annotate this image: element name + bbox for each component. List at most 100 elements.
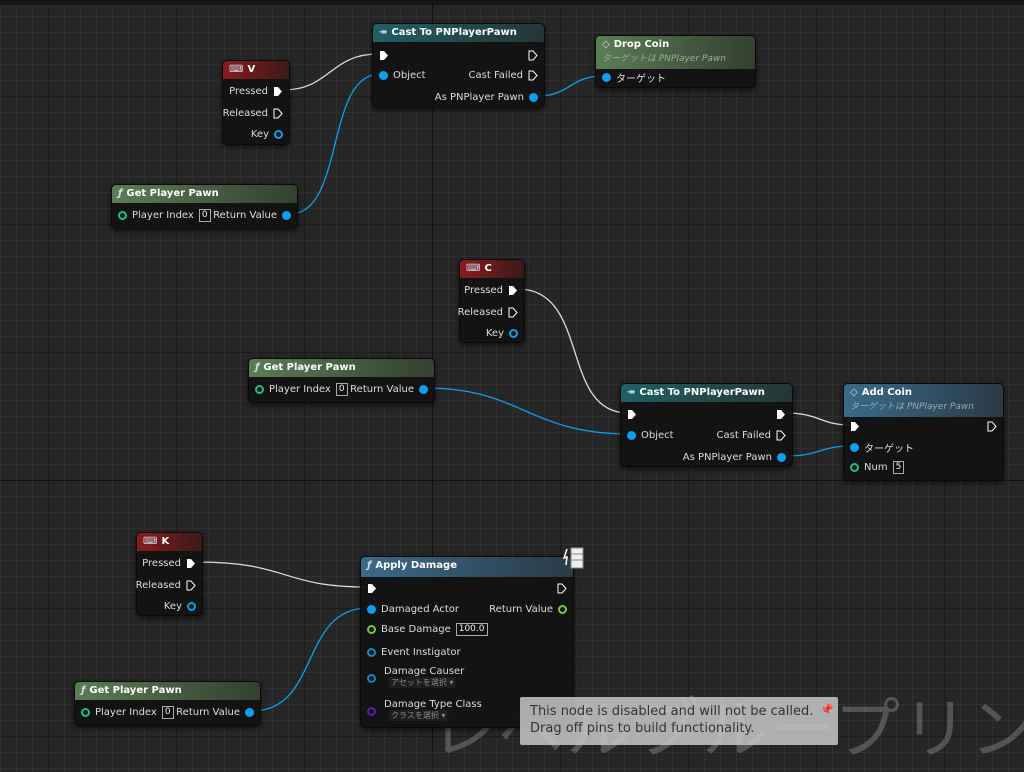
exec-in-pin-icon[interactable]	[379, 50, 389, 61]
function-icon: ƒ	[255, 362, 260, 373]
exec-pin-icon[interactable]	[528, 70, 538, 81]
class-pin-icon[interactable]	[367, 706, 376, 716]
exec-pin-connected-icon[interactable]	[186, 558, 196, 569]
exec-in-pin-icon[interactable]	[850, 421, 860, 432]
cast-arrows-icon: ↠	[627, 387, 636, 398]
pin-label: ターゲット	[616, 73, 666, 85]
exec-out-pin-icon[interactable]	[987, 421, 997, 432]
int-pin-icon[interactable]	[850, 462, 859, 472]
object-pin-icon[interactable]	[850, 442, 859, 452]
node-title: Get Player Pawn	[89, 685, 182, 696]
data-wire	[289, 73, 381, 215]
object-pin-icon[interactable]	[627, 430, 636, 440]
pin-label: Return Value	[489, 603, 553, 615]
function-icon: ƒ	[118, 188, 123, 199]
pin-label: Damage Causer	[384, 665, 465, 677]
exec-wire	[195, 561, 369, 588]
float-pin-icon[interactable]	[367, 624, 376, 634]
object-pin-icon[interactable]	[245, 707, 254, 717]
exec-pin-icon[interactable]	[186, 580, 196, 591]
pin-label: Pressed	[464, 284, 503, 296]
pin-label: Player Index	[269, 383, 331, 395]
object-pin-icon[interactable]	[419, 384, 428, 394]
pin-label: Key	[163, 600, 182, 612]
disabled-server-icon	[563, 547, 584, 569]
exec-pin-connected-icon[interactable]	[273, 86, 283, 97]
object-pin-icon[interactable]	[379, 70, 388, 80]
exec-out-pin-icon[interactable]	[557, 583, 567, 594]
node-title: Get Player Pawn	[263, 362, 356, 373]
node-title: Drop Coin	[613, 39, 670, 50]
pin-label: Released	[457, 306, 503, 318]
int-pin-icon[interactable]	[81, 707, 90, 717]
exec-pin-icon[interactable]	[273, 108, 283, 119]
pin-label: Return Value	[176, 706, 240, 718]
damage-type-class-select[interactable]: クラスを選択 ▾	[389, 710, 448, 721]
object-pin-icon[interactable]	[282, 210, 291, 220]
object-pin-icon[interactable]	[602, 72, 611, 82]
exec-out-pin-icon[interactable]	[776, 409, 786, 420]
pin-label: ターゲット	[864, 443, 914, 455]
add-coin-node[interactable]: ◇ Add Coin ターゲットは PNPlayer Pawn ターゲット Num 5	[843, 383, 1004, 481]
cast-arrows-icon: ↠	[379, 27, 388, 38]
exec-pin-connected-icon[interactable]	[508, 285, 518, 296]
player-index-input[interactable]: 0	[335, 382, 348, 396]
node-header: ƒ Apply Damage	[361, 557, 573, 577]
event-diamond-icon: ◇	[850, 387, 858, 398]
node-header: ↠ Cast To PNPlayerPawn	[373, 24, 544, 42]
pin-label: Object	[641, 429, 674, 441]
num-input[interactable]: 5	[892, 460, 905, 474]
node-title: Cast To PNPlayerPawn	[639, 387, 765, 398]
node-subtitle: ターゲットは PNPlayer Pawn	[602, 54, 726, 64]
exec-in-pin-icon[interactable]	[367, 583, 377, 594]
node-title: K	[161, 536, 170, 547]
damage-causer-asset-select[interactable]: アセットを選択 ▾	[389, 677, 456, 688]
struct-pin-icon[interactable]	[187, 601, 196, 611]
pin-label: Event Instigator	[381, 646, 461, 658]
node-subtitle: ターゲットは PNPlayer Pawn	[850, 402, 974, 412]
object-pin-icon[interactable]	[529, 92, 538, 102]
node-header: ↠ Cast To PNPlayerPawn	[621, 384, 792, 402]
node-header: ƒ Get Player Pawn	[75, 682, 260, 700]
function-icon: ƒ	[81, 685, 86, 696]
exec-wire	[785, 412, 852, 426]
object-pin-icon[interactable]	[777, 452, 786, 462]
input-key-k-node[interactable]: ⌨ K Pressed Released Key	[136, 532, 203, 616]
cast-to-pnplayerpawn-node[interactable]: ↠ Cast To PNPlayerPawn Object Cast Failed…	[620, 383, 793, 467]
exec-out-pin-icon[interactable]	[528, 50, 538, 61]
int-pin-icon[interactable]	[255, 384, 264, 394]
data-wire	[251, 607, 369, 712]
int-pin-icon[interactable]	[118, 210, 127, 220]
pin-label: Base Damage	[381, 623, 451, 635]
float-pin-icon[interactable]	[558, 604, 567, 614]
object-pin-icon[interactable]	[367, 647, 376, 657]
object-pin-icon[interactable]	[367, 673, 376, 683]
exec-pin-icon[interactable]	[776, 430, 786, 441]
drop-coin-node[interactable]: ◇ Drop Coin ターゲットは PNPlayer Pawn ターゲット	[595, 35, 756, 88]
input-key-v-node[interactable]: ⌨ V Pressed Released Key	[222, 60, 290, 145]
node-title: Add Coin	[861, 387, 912, 398]
get-player-pawn-node[interactable]: ƒ Get Player Pawn Player Index 0 Return Va…	[111, 184, 298, 229]
base-damage-input[interactable]: 100.0	[455, 622, 488, 636]
node-title: V	[247, 64, 256, 75]
get-player-pawn-node[interactable]: ƒ Get Player Pawn Player Index 0 Return Va…	[248, 358, 435, 403]
struct-pin-icon[interactable]	[274, 129, 283, 139]
exec-in-pin-icon[interactable]	[627, 409, 637, 420]
node-header: ⌨ C	[460, 260, 524, 278]
exec-pin-icon[interactable]	[508, 307, 518, 318]
pin-label: Released	[222, 107, 268, 119]
player-index-input[interactable]: 0	[161, 705, 174, 719]
player-index-input[interactable]: 0	[198, 208, 211, 222]
pin-tooltip-icon[interactable]: 📌	[820, 701, 834, 718]
keyboard-icon: ⌨	[143, 536, 158, 547]
get-player-pawn-node[interactable]: ƒ Get Player Pawn Player Index 0 Return Va…	[74, 681, 261, 726]
cast-to-pnplayerpawn-node[interactable]: ↠ Cast To PNPlayerPawn Object Cast Failed…	[372, 23, 545, 108]
pin-label: As PNPlayer Pawn	[682, 451, 772, 463]
pin-label: Damaged Actor	[381, 603, 460, 615]
object-pin-icon[interactable]	[367, 604, 376, 614]
node-header: ƒ Get Player Pawn	[112, 185, 297, 203]
node-title: C	[484, 263, 492, 274]
node-title: Cast To PNPlayerPawn	[391, 27, 517, 38]
input-key-c-node[interactable]: ⌨ C Pressed Released Key	[457, 259, 525, 343]
struct-pin-icon[interactable]	[509, 328, 518, 338]
